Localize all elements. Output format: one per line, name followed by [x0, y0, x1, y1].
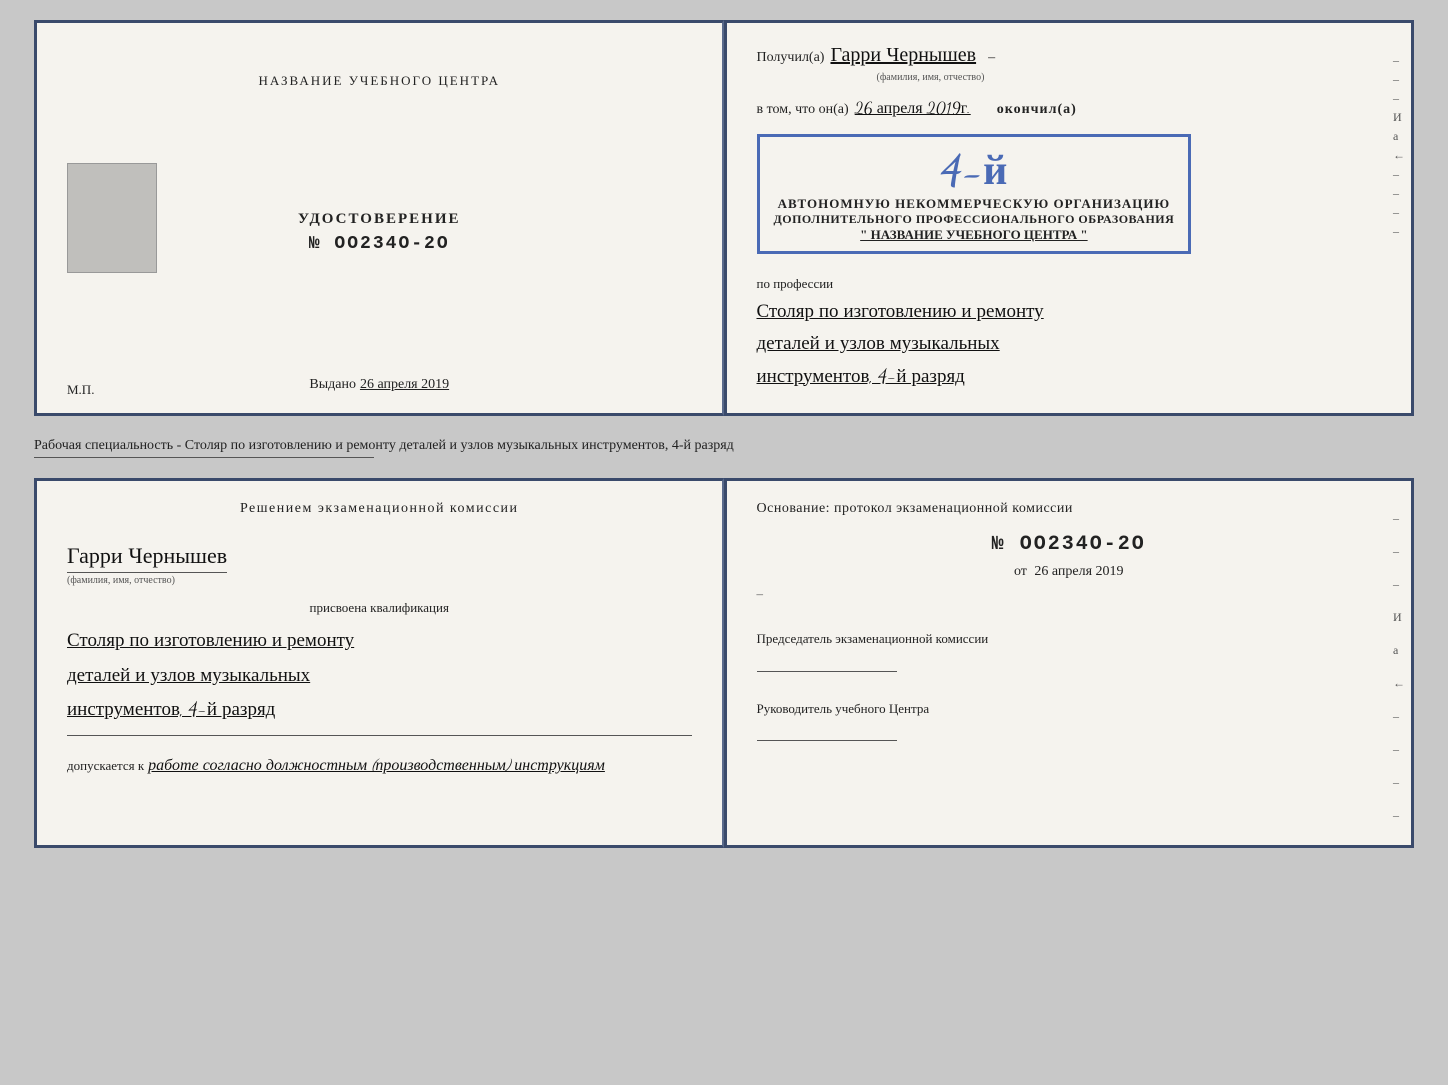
chairman-label: Председатель экзаменационной комиссии: [757, 630, 1382, 648]
vtom-line: в том, что он(а) 26 апреля 2019г. окончи…: [757, 99, 1382, 118]
edge-mark-4: И: [1393, 110, 1405, 125]
separator-content: Рабочая специальность - Столяр по изгото…: [34, 438, 734, 453]
osnov-label: Основание: протокол экзаменационной коми…: [757, 501, 1382, 517]
received-prefix: Получил(а): [757, 50, 825, 66]
bottom-left-page: Решением экзаменационной комиссии Гарри …: [34, 478, 724, 848]
vtom-prefix: в том, что он(а): [757, 102, 849, 118]
edge-mark-2: –: [1393, 72, 1405, 87]
ot-dash: –: [757, 586, 764, 602]
top-left-page: НАЗВАНИЕ УЧЕБНОГО ЦЕНТРА УДОСТОВЕРЕНИЕ №…: [34, 20, 724, 416]
qualification-text: Столяр по изготовлению и ремонту деталей…: [67, 624, 692, 727]
допускается-line: допускается к работе согласно должностны…: [67, 756, 692, 775]
photo-placeholder: [67, 163, 157, 273]
profession-text: Столяр по изготовлению и ремонту деталей…: [757, 296, 1382, 393]
profession-line1: Столяр по изготовлению и ремонту: [757, 296, 1382, 328]
decision-title: Решением экзаменационной комиссии: [67, 501, 692, 517]
mp-label: М.П.: [67, 382, 94, 398]
ot-date: от 26 апреля 2019: [757, 564, 1382, 580]
br-edge-5: а: [1393, 643, 1405, 658]
training-center-title: НАЗВАНИЕ УЧЕБНОГО ЦЕНТРА: [259, 73, 500, 89]
edge-mark-5: а: [1393, 129, 1405, 144]
br-edge-6: ←: [1393, 676, 1405, 691]
certificate-number: № OO234O-2O: [309, 234, 450, 254]
br-edge-4: И: [1393, 610, 1405, 625]
qual-line1: Столяр по изготовлению и ремонту: [67, 624, 692, 658]
separator-text: Рабочая специальность - Столяр по изгото…: [34, 432, 1414, 463]
profession-line2: деталей и узлов музыкальных: [757, 328, 1382, 360]
stamp-line3: " НАЗВАНИЕ УЧЕБНОГО ЦЕНТРА ": [774, 227, 1175, 243]
recipient-sub: (фамилия, имя, отчество): [877, 72, 985, 83]
edge-mark-9: –: [1393, 205, 1405, 220]
bottom-right-page: Основание: протокол экзаменационной коми…: [724, 478, 1415, 848]
stamp-line1: АВТОНОМНУЮ НЕКОММЕРЧЕСКУЮ ОРГАНИЗАЦИЮ: [774, 196, 1175, 212]
person-name: Гарри Чернышев: [67, 543, 227, 573]
protocol-number: № OO234O-2O: [757, 533, 1382, 556]
top-right-page: Получил(а) Гарри Чернышев – (фамилия, им…: [724, 20, 1415, 416]
br-edge-8: –: [1393, 742, 1405, 757]
issued-line: Выдано 26 апреля 2019: [309, 377, 449, 393]
br-edge-1: –: [1393, 511, 1405, 526]
assigned-label: присвоена квалификация: [67, 600, 692, 616]
completion-date: 26 апреля 2019г.: [855, 99, 971, 118]
edge-mark-6: ←: [1393, 148, 1405, 163]
finished-label: окончил(а): [997, 102, 1077, 118]
edge-mark-1: –: [1393, 53, 1405, 68]
ot-prefix: от: [1014, 564, 1027, 579]
br-edge-2: –: [1393, 544, 1405, 559]
fio-sub: (фамилия, имя, отчество): [67, 575, 175, 586]
certificate-area: УДОСТОВЕРЕНИЕ № OO234O-2O: [298, 211, 461, 254]
head-label: Руководитель учебного Центра: [757, 700, 1382, 718]
ot-date-value: 26 апреля 2019: [1034, 564, 1123, 579]
допускается-text: работе согласно должностным (производств…: [148, 756, 605, 775]
issued-date: 26 апреля 2019: [360, 377, 449, 393]
recipient-line: Получил(а) Гарри Чернышев –: [757, 43, 1382, 67]
stamp-fourth: 4-й: [774, 145, 1175, 196]
br-edge-10: –: [1393, 808, 1405, 823]
qual-line2: деталей и узлов музыкальных: [67, 659, 692, 693]
br-edge-3: –: [1393, 577, 1405, 592]
issued-prefix: Выдано: [309, 377, 356, 393]
chairman-signature-line: [757, 671, 897, 672]
edge-mark-7: –: [1393, 167, 1405, 182]
recipient-name: Гарри Чернышев: [830, 43, 976, 67]
stamp-line2: ДОПОЛНИТЕЛЬНОГО ПРОФЕССИОНАЛЬНОГО ОБРАЗО…: [774, 212, 1175, 227]
edge-mark-10: –: [1393, 224, 1405, 239]
br-edge-9: –: [1393, 775, 1405, 790]
edge-mark-8: –: [1393, 186, 1405, 201]
top-document: НАЗВАНИЕ УЧЕБНОГО ЦЕНТРА УДОСТОВЕРЕНИЕ №…: [34, 20, 1414, 416]
qual-line3: инструментов, 4-й разряд: [67, 693, 692, 727]
bottom-document: Решением экзаменационной комиссии Гарри …: [34, 478, 1414, 848]
допускается-prefix: допускается к: [67, 758, 144, 774]
br-edge-7: –: [1393, 709, 1405, 724]
stamp-box: 4-й АВТОНОМНУЮ НЕКОММЕРЧЕСКУЮ ОРГАНИЗАЦИ…: [757, 134, 1192, 254]
certificate-label: УДОСТОВЕРЕНИЕ: [298, 211, 461, 228]
profession-label: по профессии: [757, 276, 1382, 292]
profession-line3: инструментов, 4-й разряд: [757, 361, 1382, 393]
edge-mark-3: –: [1393, 91, 1405, 106]
head-signature-line: [757, 740, 897, 741]
